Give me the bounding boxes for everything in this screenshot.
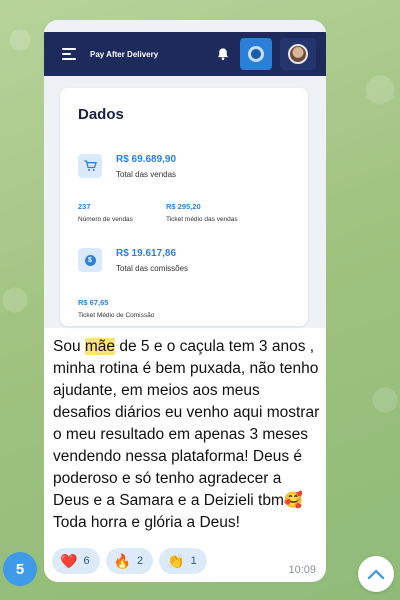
reaction-count: 1	[190, 555, 197, 567]
reactions-row: ❤️ 6 🔥 2 👏 1	[52, 548, 207, 574]
avg-ticket-label: Ticket médio das vendas	[166, 216, 238, 223]
card-title: Dados	[78, 106, 124, 123]
total-commission-value: R$ 19.617,86	[116, 248, 177, 259]
total-sales-label: Total das vendas	[116, 170, 177, 179]
scroll-button[interactable]	[358, 556, 394, 592]
reaction-count: 2	[137, 555, 144, 567]
reaction-fire[interactable]: 🔥 2	[105, 548, 154, 574]
app-title: Pay After Delivery	[90, 49, 159, 59]
sales-count-label: Número de vendas	[78, 216, 133, 223]
profile-avatar-box	[280, 38, 316, 70]
unread-count: 5	[15, 560, 25, 578]
reaction-clap[interactable]: 👏 1	[159, 548, 207, 574]
attached-screenshot[interactable]: Pay After Delivery Dados R$ 69.689,90 To…	[44, 20, 326, 328]
menu-icon	[62, 48, 76, 60]
app-logo	[240, 38, 272, 70]
chevron-up-icon	[367, 569, 385, 580]
bell-icon	[218, 48, 228, 61]
sales-count-value: 237	[78, 202, 91, 211]
clap-icon: 👏	[167, 552, 185, 569]
message-bubble[interactable]: Pay After Delivery Dados R$ 69.689,90 To…	[44, 20, 326, 582]
fire-icon: 🔥	[113, 552, 131, 569]
coin-icon: $	[78, 248, 102, 272]
avg-ticket-value: R$ 295,20	[166, 202, 201, 211]
avatar	[288, 44, 308, 64]
message-text: Sou mãe de 5 e o caçula tem 3 anos , min…	[53, 336, 321, 534]
cart-icon	[78, 154, 102, 178]
heart-icon: ❤️	[60, 552, 78, 569]
reaction-heart[interactable]: ❤️ 6	[52, 548, 100, 574]
message-text-rest: de 5 e o caçula tem 3 anos , minha rotin…	[53, 338, 320, 531]
reaction-count: 6	[83, 555, 90, 567]
app-bar: Pay After Delivery	[44, 32, 326, 76]
message-text-start: Sou	[53, 338, 85, 355]
total-sales-value: R$ 69.689,90	[116, 154, 177, 165]
total-commission-label: Total das comissões	[116, 264, 189, 273]
avg-commission-label: Ticket Médio de Comissão	[78, 312, 155, 319]
data-card: Dados R$ 69.689,90 Total das vendas 237 …	[60, 88, 308, 326]
unread-counter-button[interactable]: 5	[3, 552, 37, 586]
avg-commission-value: R$ 67,65	[78, 298, 109, 307]
message-time: 10:09	[288, 564, 316, 576]
highlighted-word: mãe	[84, 338, 116, 355]
